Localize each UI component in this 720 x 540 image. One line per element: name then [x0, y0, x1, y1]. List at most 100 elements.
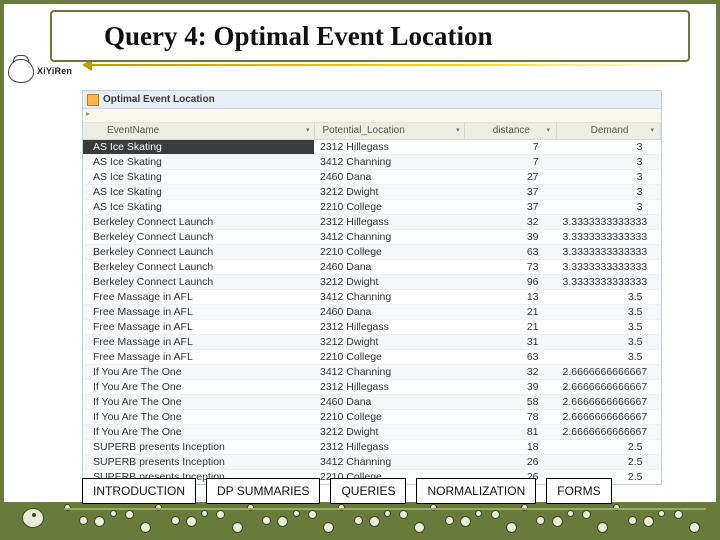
table-cell: If You Are The One	[83, 409, 314, 424]
table-row[interactable]: AS Ice Skating2460 Dana273	[83, 169, 661, 184]
title-box: Query 4: Optimal Event Location	[50, 10, 690, 62]
table-cell: 3	[557, 169, 661, 184]
table-cell: SUPERB presents Inception	[83, 454, 314, 469]
dropdown-icon[interactable]: ▾	[306, 126, 310, 134]
table-cell: 3.3333333333333	[557, 259, 661, 274]
table-row[interactable]: Free Massage in AFL3212 Dwight313.5	[83, 334, 661, 349]
table-cell: 2460 Dana	[314, 304, 464, 319]
table-cell: 2312 Hillegass	[314, 139, 464, 154]
table-cell: 78	[464, 409, 556, 424]
table-cell: Berkeley Connect Launch	[83, 229, 314, 244]
col-header-distance[interactable]: distance▾	[464, 123, 556, 139]
col-header-eventname[interactable]: EventName▾	[83, 123, 314, 139]
table-cell: Berkeley Connect Launch	[83, 244, 314, 259]
object-tab-label[interactable]: Optimal Event Location	[103, 94, 215, 105]
table-row[interactable]: Free Massage in AFL2312 Hillegass213.5	[83, 319, 661, 334]
cartoon-face-icon	[8, 59, 34, 83]
table-cell: 2210 College	[314, 409, 464, 424]
table-cell: 2312 Hillegass	[314, 214, 464, 229]
table-cell: 96	[464, 274, 556, 289]
table-cell: 2312 Hillegass	[314, 319, 464, 334]
table-row[interactable]: AS Ice Skating2210 College373	[83, 199, 661, 214]
table-cell: 3.3333333333333	[557, 274, 661, 289]
table-cell: Free Massage in AFL	[83, 304, 314, 319]
query-object-icon	[87, 94, 99, 106]
table-row[interactable]: AS Ice Skating3212 Dwight373	[83, 184, 661, 199]
table-row[interactable]: If You Are The One2312 Hillegass392.6666…	[83, 379, 661, 394]
table-cell: 3212 Dwight	[314, 334, 464, 349]
nav-bar: INTRODUCTION DP SUMMARIES QUERIES NORMAL…	[82, 478, 612, 504]
table-cell: 3212 Dwight	[314, 424, 464, 439]
table-cell: 39	[464, 229, 556, 244]
object-tab-bar: Optimal Event Location	[83, 91, 661, 109]
table-cell: Free Massage in AFL	[83, 349, 314, 364]
col-header-location[interactable]: Potential_Location▾	[314, 123, 464, 139]
table-cell: 7	[464, 154, 556, 169]
table-row[interactable]: SUPERB presents Inception2312 Hillegass1…	[83, 439, 661, 454]
table-cell: 21	[464, 319, 556, 334]
table-cell: 2460 Dana	[314, 394, 464, 409]
table-row[interactable]: AS Ice Skating2312 Hillegass73	[83, 139, 661, 154]
table-row[interactable]: SUPERB presents Inception3412 Channing26…	[83, 454, 661, 469]
table-cell: 2460 Dana	[314, 169, 464, 184]
record-selector-row	[83, 109, 661, 123]
table-cell: 3412 Channing	[314, 154, 464, 169]
nav-dp-summaries[interactable]: DP SUMMARIES	[206, 478, 320, 504]
nav-normalization[interactable]: NORMALIZATION	[416, 478, 536, 504]
table-cell: 3.5	[557, 289, 661, 304]
nav-queries[interactable]: QUERIES	[330, 478, 406, 504]
table-cell: 39	[464, 379, 556, 394]
table-cell: 3.5	[557, 349, 661, 364]
table-row[interactable]: Berkeley Connect Launch3212 Dwight963.33…	[83, 274, 661, 289]
table-cell: Free Massage in AFL	[83, 289, 314, 304]
table-cell: If You Are The One	[83, 394, 314, 409]
table-cell: 2210 College	[314, 199, 464, 214]
table-cell: 37	[464, 184, 556, 199]
query-result-table: Optimal Event Location EventName▾ Potent…	[82, 90, 662, 485]
table-cell: 3212 Dwight	[314, 274, 464, 289]
table-row[interactable]: Free Massage in AFL2460 Dana213.5	[83, 304, 661, 319]
table-cell: Berkeley Connect Launch	[83, 214, 314, 229]
table-cell: 7	[464, 139, 556, 154]
table-cell: 2210 College	[314, 349, 464, 364]
table-cell: 3212 Dwight	[314, 184, 464, 199]
table-cell: 3412 Channing	[314, 454, 464, 469]
table-row[interactable]: If You Are The One2210 College782.666666…	[83, 409, 661, 424]
nav-introduction[interactable]: INTRODUCTION	[82, 478, 196, 504]
table-cell: 32	[464, 214, 556, 229]
table-row[interactable]: If You Are The One2460 Dana582.666666666…	[83, 394, 661, 409]
table-cell: 13	[464, 289, 556, 304]
table-cell: SUPERB presents Inception	[83, 439, 314, 454]
table-row[interactable]: Free Massage in AFL2210 College633.5	[83, 349, 661, 364]
table-row[interactable]: Berkeley Connect Launch2210 College633.3…	[83, 244, 661, 259]
table-cell: 3	[557, 154, 661, 169]
table-row[interactable]: Berkeley Connect Launch2460 Dana733.3333…	[83, 259, 661, 274]
table-row[interactable]: AS Ice Skating3412 Channing73	[83, 154, 661, 169]
table-cell: 3	[557, 139, 661, 154]
table-row[interactable]: Free Massage in AFL3412 Channing133.5	[83, 289, 661, 304]
dropdown-icon[interactable]: ▾	[547, 126, 551, 134]
table-row[interactable]: If You Are The One3412 Channing322.66666…	[83, 364, 661, 379]
table-cell: 3412 Channing	[314, 289, 464, 304]
table-cell: 27	[464, 169, 556, 184]
table-cell: 37	[464, 199, 556, 214]
table-cell: If You Are The One	[83, 424, 314, 439]
table-cell: 2.6666666666667	[557, 424, 661, 439]
dropdown-icon[interactable]: ▾	[456, 126, 460, 134]
page-title: Query 4: Optimal Event Location	[104, 21, 492, 52]
table-cell: 3	[557, 199, 661, 214]
table-cell: 2.5	[557, 439, 661, 454]
table-row[interactable]: Berkeley Connect Launch3412 Channing393.…	[83, 229, 661, 244]
table-cell: If You Are The One	[83, 379, 314, 394]
table-cell: 73	[464, 259, 556, 274]
table-cell: 63	[464, 244, 556, 259]
col-header-demand[interactable]: Demand▾	[557, 123, 661, 139]
table-cell: 26	[464, 454, 556, 469]
nav-forms[interactable]: FORMS	[546, 478, 611, 504]
table-cell: 2210 College	[314, 244, 464, 259]
table-row[interactable]: Berkeley Connect Launch2312 Hillegass323…	[83, 214, 661, 229]
table-cell: 3.3333333333333	[557, 244, 661, 259]
dropdown-icon[interactable]: ▾	[650, 126, 654, 134]
vine-creature-icon	[14, 506, 54, 532]
table-row[interactable]: If You Are The One3212 Dwight812.6666666…	[83, 424, 661, 439]
